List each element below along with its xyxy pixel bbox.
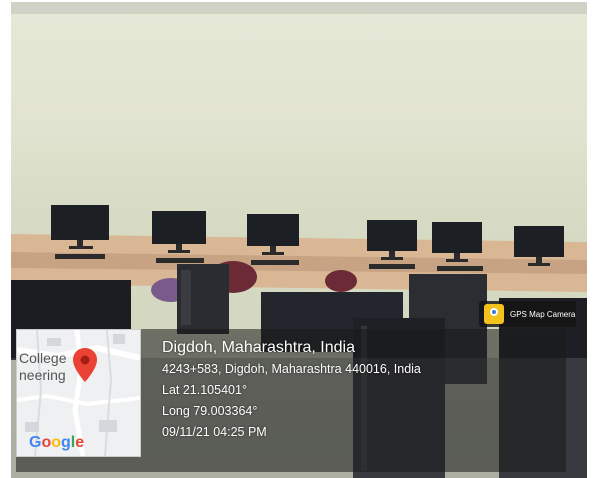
- gps-map-camera-badge: GPS Map Camera: [479, 301, 576, 327]
- keyboard: [369, 264, 415, 269]
- gps-badge-label: GPS Map Camera: [510, 309, 576, 319]
- google-logo: Google: [29, 434, 85, 451]
- keyboard: [55, 254, 105, 259]
- longitude: Long 79.003364°: [162, 404, 258, 418]
- chair: [325, 270, 357, 292]
- keyboard: [156, 258, 204, 263]
- ceiling-edge: [11, 2, 587, 14]
- date-time: 09/11/21 04:25 PM: [162, 425, 267, 439]
- map-label-line2: neering: [19, 367, 66, 383]
- keyboard: [437, 266, 483, 271]
- full-address: 4243+583, Digdoh, Maharashtra 440016, In…: [162, 362, 421, 376]
- map-thumbnail: College neering Google: [16, 329, 141, 457]
- gps-camera-icon: [484, 304, 504, 324]
- place-name: Digdoh, Maharashtra, India: [162, 339, 355, 356]
- location-details: Digdoh, Maharashtra, India 4243+583, Dig…: [162, 339, 421, 439]
- keyboard: [251, 260, 299, 265]
- map-pin-icon: [73, 348, 97, 382]
- map-label-line1: College: [19, 350, 67, 366]
- latitude: Lat 21.105401°: [162, 383, 247, 397]
- photo-frame: GPS Map Camera College neering Google Di…: [0, 0, 601, 478]
